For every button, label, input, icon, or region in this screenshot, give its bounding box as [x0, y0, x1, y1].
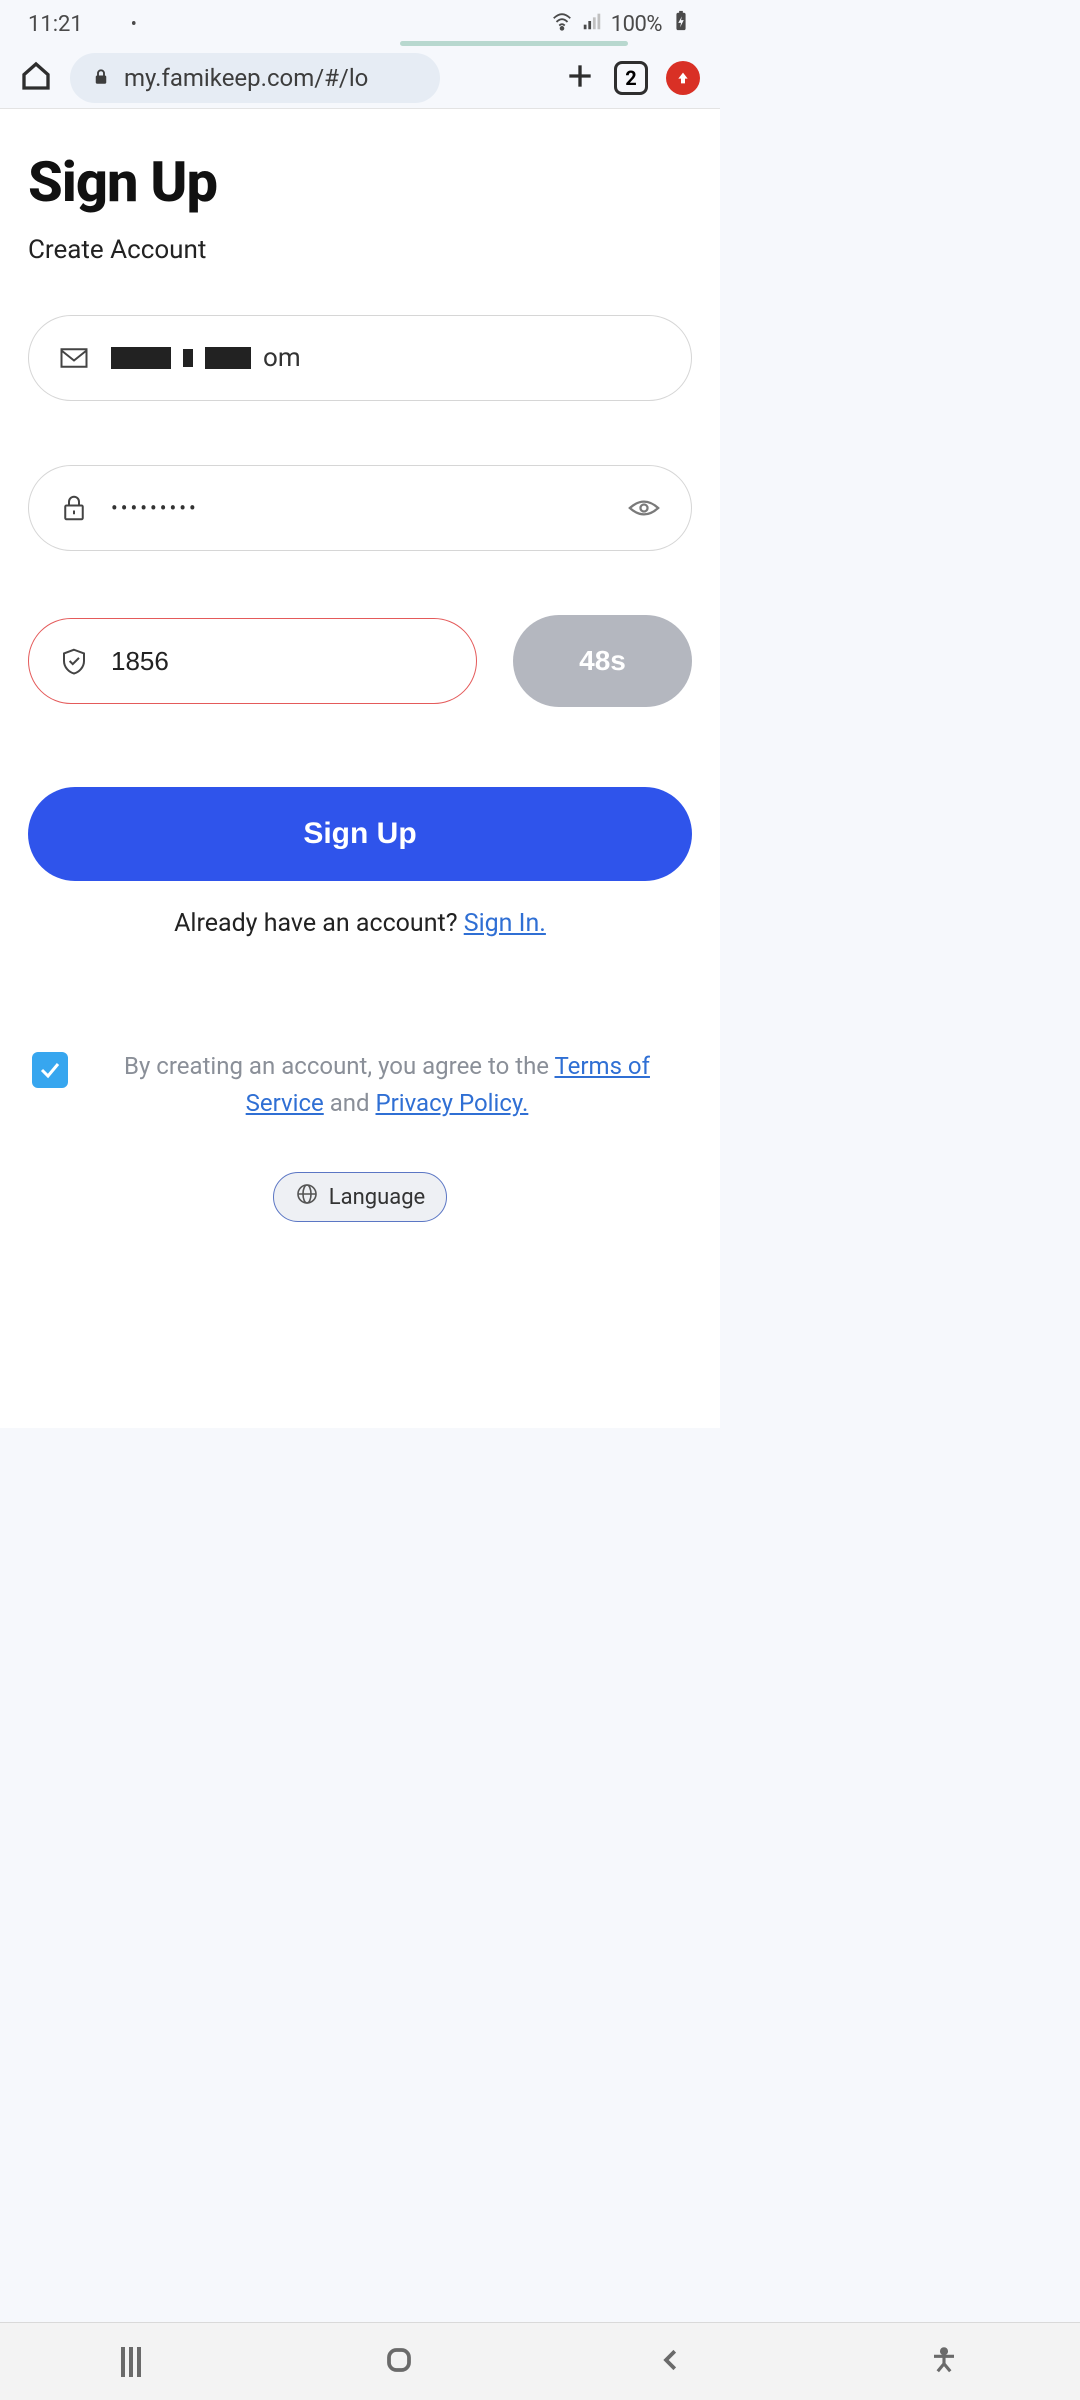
- page-subtitle: Create Account: [28, 235, 692, 265]
- url-text: my.famikeep.com/#/lo: [124, 64, 368, 92]
- status-right: 100%: [551, 10, 692, 38]
- agree-prefix: By creating an account, you agree to the: [124, 1052, 554, 1080]
- lock-icon: [92, 64, 110, 92]
- home-button[interactable]: [20, 60, 52, 96]
- back-button[interactable]: [656, 2345, 686, 2379]
- password-value: •••••••••: [111, 496, 199, 520]
- agree-and: and: [324, 1089, 376, 1117]
- show-password-icon[interactable]: [627, 491, 661, 525]
- language-label: Language: [329, 1185, 425, 1210]
- signup-button[interactable]: Sign Up: [28, 787, 692, 881]
- terms-agreement: By creating an account, you agree to the…: [28, 1048, 692, 1122]
- already-have-account: Already have an account? Sign In.: [28, 909, 692, 938]
- verification-code-input[interactable]: [111, 646, 446, 677]
- password-field[interactable]: •••••••••: [28, 465, 692, 551]
- address-bar[interactable]: my.famikeep.com/#/lo: [70, 53, 440, 103]
- verification-row: 48s: [28, 615, 692, 707]
- signal-icon: [581, 10, 603, 38]
- globe-icon: [295, 1182, 319, 1212]
- page-title: Sign Up: [28, 149, 692, 215]
- already-text: Already have an account?: [174, 909, 464, 938]
- status-left: 11:21 •: [28, 12, 137, 37]
- battery-icon: [670, 10, 692, 38]
- email-value-redacted: om: [111, 343, 301, 373]
- tabs-button[interactable]: 2: [614, 61, 648, 95]
- agree-checkbox[interactable]: [32, 1052, 68, 1088]
- privacy-link[interactable]: Privacy Policy.: [376, 1089, 529, 1117]
- signin-link[interactable]: Sign In.: [464, 909, 546, 938]
- page-content: Sign Up Create Account om ••••••••• 48s: [0, 108, 720, 1428]
- mail-icon: [59, 343, 89, 373]
- email-field[interactable]: om: [28, 315, 692, 401]
- new-tab-button[interactable]: [564, 60, 596, 96]
- language-button[interactable]: Language: [273, 1172, 447, 1222]
- wifi-icon: [551, 10, 573, 38]
- shield-check-icon: [59, 646, 89, 676]
- battery-percent: 100%: [611, 12, 662, 37]
- more-notifs-dot: •: [131, 14, 137, 35]
- system-nav-bar: [0, 2322, 1080, 2400]
- recents-button[interactable]: [121, 2347, 141, 2377]
- padlock-icon: [59, 493, 89, 523]
- browser-toolbar: my.famikeep.com/#/lo 2: [0, 48, 720, 108]
- home-nav-button[interactable]: [384, 2345, 414, 2379]
- clock: 11:21: [28, 12, 83, 37]
- accessibility-button[interactable]: [929, 2345, 959, 2379]
- update-available-icon[interactable]: [666, 61, 700, 95]
- email-suffix: om: [263, 343, 301, 373]
- progress-indicator: [400, 41, 628, 46]
- verification-code-field[interactable]: [28, 618, 477, 704]
- resend-timer-button: 48s: [513, 615, 692, 707]
- tab-count: 2: [625, 66, 636, 90]
